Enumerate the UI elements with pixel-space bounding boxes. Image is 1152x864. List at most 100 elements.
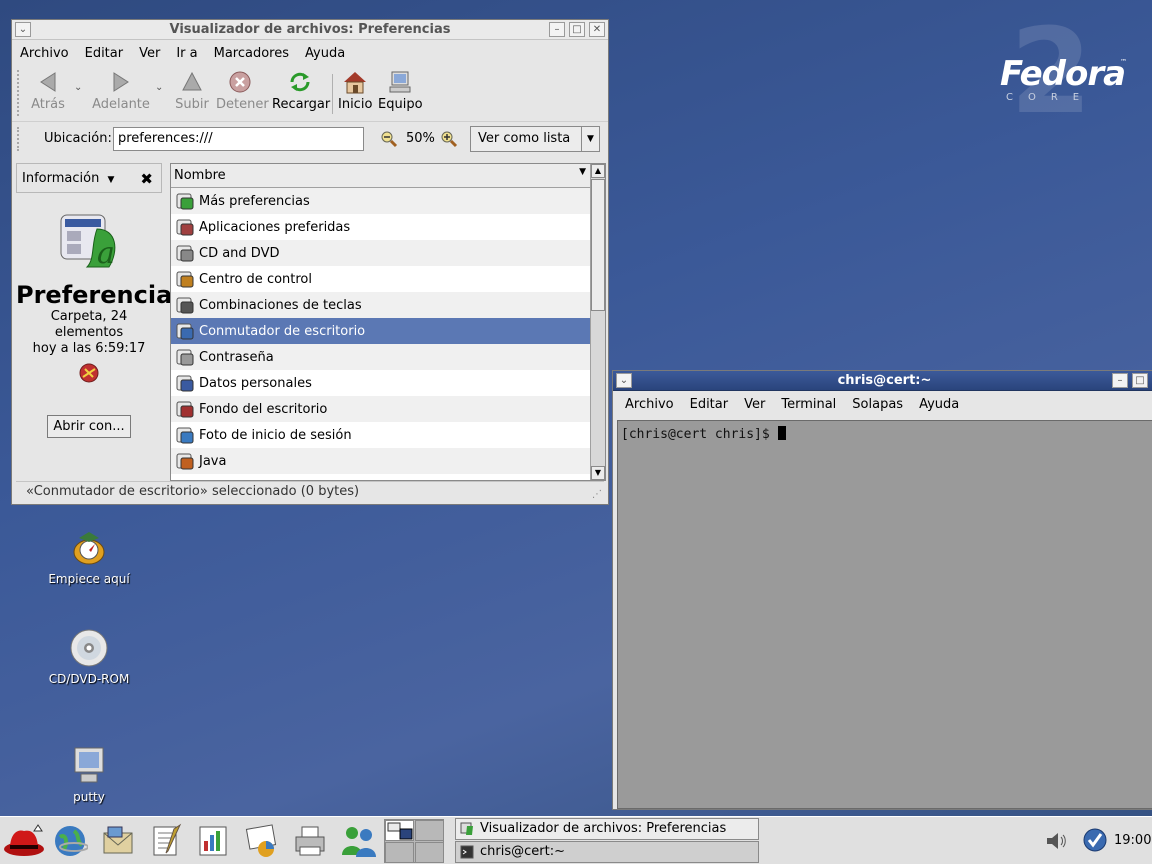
file-manager-window[interactable]: ⌄ Visualizador de archivos: Preferencias… <box>11 19 609 505</box>
terminal-area[interactable]: [chris@cert chris]$ <box>617 420 1152 809</box>
list-item[interactable]: Aplicaciones preferidas <box>171 214 591 240</box>
panel-clock[interactable]: 19:00 <box>1114 833 1151 848</box>
list-item[interactable]: Fondo del escritorio <box>171 396 591 422</box>
workspace-2[interactable] <box>415 820 444 841</box>
list-item[interactable]: Datos personales <box>171 370 591 396</box>
list-item-label: Centro de control <box>199 271 313 287</box>
menu-ayuda[interactable]: Ayuda <box>919 397 959 412</box>
email-icon[interactable] <box>100 823 136 859</box>
open-with-button[interactable]: Abrir con... <box>47 415 131 438</box>
list-item-label: Java <box>199 453 227 469</box>
terminal-window[interactable]: ⌄ chris@cert:~ – □ Archivo Editar Ver Te… <box>612 370 1152 810</box>
view-as-select[interactable]: Ver como lista ▼ <box>470 126 600 152</box>
window-titlebar[interactable]: ⌄ Visualizador de archivos: Preferencias… <box>12 20 608 40</box>
list-item[interactable]: Centro de control <box>171 266 591 292</box>
menu-archivo[interactable]: Archivo <box>625 397 674 412</box>
shell-prompt: [chris@cert chris]$ <box>621 427 778 442</box>
menu-ayuda[interactable]: Ayuda <box>305 46 345 61</box>
forward-button[interactable]: Adelante <box>92 70 150 112</box>
menu-editar[interactable]: Editar <box>85 46 124 61</box>
preferences-folder-icon <box>460 822 474 836</box>
forward-history-chevron-icon[interactable]: ⌄ <box>155 82 163 93</box>
vertical-scrollbar[interactable]: ▲ ▼ <box>590 164 605 480</box>
list-item[interactable]: Java <box>171 448 591 474</box>
terminal-icon <box>460 845 474 859</box>
toolbar: Atrás ⌄ Adelante ⌄ Subir Detener Recarga… <box>12 66 608 122</box>
desktop-icon-cd-rom[interactable]: CD/DVD-ROM <box>34 628 144 686</box>
desktop-icon-start-here[interactable]: Empiece aquí <box>34 528 144 586</box>
list-item[interactable]: CD and DVD <box>171 240 591 266</box>
list-item[interactable]: Más preferencias <box>171 188 591 214</box>
scrollbar-thumb[interactable] <box>591 179 605 311</box>
folder-info: Carpeta, 24 elementos hoy a las 6:59:17 <box>32 309 146 356</box>
list-item[interactable]: Conmutador de escritorio <box>171 318 591 344</box>
home-button[interactable]: Inicio <box>338 70 372 112</box>
list-item-label: Foto de inicio de sesión <box>199 427 352 443</box>
location-grip[interactable] <box>17 127 21 151</box>
menu-editar[interactable]: Editar <box>690 397 729 412</box>
workspace-switcher[interactable] <box>384 819 444 863</box>
list-item-label: Contraseña <box>199 349 274 365</box>
scroll-up-icon[interactable]: ▲ <box>591 164 605 178</box>
maximize-button[interactable]: □ <box>1132 373 1148 388</box>
word-processor-icon[interactable] <box>148 823 184 859</box>
desktop-icon-putty[interactable]: putty <box>34 746 144 804</box>
list-item-label: Fondo del escritorio <box>199 401 328 417</box>
preference-item-icon <box>175 347 195 367</box>
preference-item-icon <box>175 321 195 341</box>
presentation-icon[interactable] <box>244 823 280 859</box>
location-input[interactable]: preferences:/// <box>113 127 364 151</box>
toolbar-grip[interactable] <box>17 70 21 116</box>
list-item[interactable]: Foto de inicio de sesión <box>171 422 591 448</box>
minimize-button[interactable]: – <box>549 22 565 37</box>
workspace-4[interactable] <box>415 842 444 863</box>
menu-marcadores[interactable]: Marcadores <box>214 46 289 61</box>
reload-button[interactable]: Recargar <box>272 70 330 112</box>
side-panel-selector[interactable]: Información <box>22 171 99 186</box>
spreadsheet-icon[interactable] <box>196 823 232 859</box>
close-side-panel-icon[interactable]: ✖ <box>140 170 153 188</box>
back-history-chevron-icon[interactable]: ⌄ <box>74 82 82 93</box>
location-bar: Ubicación: preferences:/// 50% Ver como … <box>12 122 608 156</box>
close-button[interactable]: ✕ <box>589 22 605 37</box>
window-titlebar[interactable]: ⌄ chris@cert:~ – □ <box>613 371 1152 391</box>
minimize-button[interactable]: – <box>1112 373 1128 388</box>
up-button[interactable]: Subir <box>174 70 210 112</box>
list-item[interactable]: Combinaciones de teclas <box>171 292 591 318</box>
text-cursor <box>777 426 786 440</box>
column-header-name[interactable]: Nombre ▼ <box>171 164 591 188</box>
preference-item-icon <box>175 269 195 289</box>
computer-button[interactable]: Equipo <box>378 70 423 112</box>
zoom-in-icon[interactable] <box>440 130 458 148</box>
menu-terminal[interactable]: Terminal <box>781 397 836 412</box>
menu-ir-a[interactable]: Ir a <box>176 46 197 61</box>
list-item-label: Aplicaciones preferidas <box>199 219 351 235</box>
back-button[interactable]: Atrás <box>28 70 68 112</box>
stop-button[interactable]: Detener <box>216 70 269 112</box>
file-list: Nombre ▼ Más preferencias Aplicaciones pr… <box>170 163 606 481</box>
task-file-manager[interactable]: Visualizador de archivos: Preferencias <box>455 818 759 840</box>
chevron-down-icon[interactable]: ▼ <box>107 175 114 185</box>
task-terminal[interactable]: chris@cert:~ <box>455 841 759 863</box>
zoom-out-icon[interactable] <box>380 130 398 148</box>
web-browser-globe-icon[interactable] <box>52 823 89 859</box>
start-here-icon <box>69 528 109 568</box>
reload-icon <box>287 70 313 94</box>
location-label: Ubicación: <box>44 131 112 146</box>
printer-icon[interactable] <box>292 823 328 859</box>
main-menu-redhat-icon[interactable] <box>2 823 46 859</box>
menu-ver[interactable]: Ver <box>139 46 160 61</box>
zoom-level[interactable]: 50% <box>406 131 435 146</box>
maximize-button[interactable]: □ <box>569 22 585 37</box>
workspace-3[interactable] <box>385 842 414 863</box>
volume-icon[interactable] <box>1044 829 1068 853</box>
menu-solapas[interactable]: Solapas <box>852 397 903 412</box>
update-check-icon[interactable] <box>1082 827 1108 853</box>
users-icon[interactable] <box>338 823 382 859</box>
scroll-down-icon[interactable]: ▼ <box>591 466 605 480</box>
resize-grip-icon[interactable]: ⋰ <box>592 489 602 500</box>
menu-ver[interactable]: Ver <box>744 397 765 412</box>
menu-archivo[interactable]: Archivo <box>20 46 69 61</box>
list-item[interactable]: Contraseña <box>171 344 591 370</box>
workspace-1[interactable] <box>385 820 414 841</box>
